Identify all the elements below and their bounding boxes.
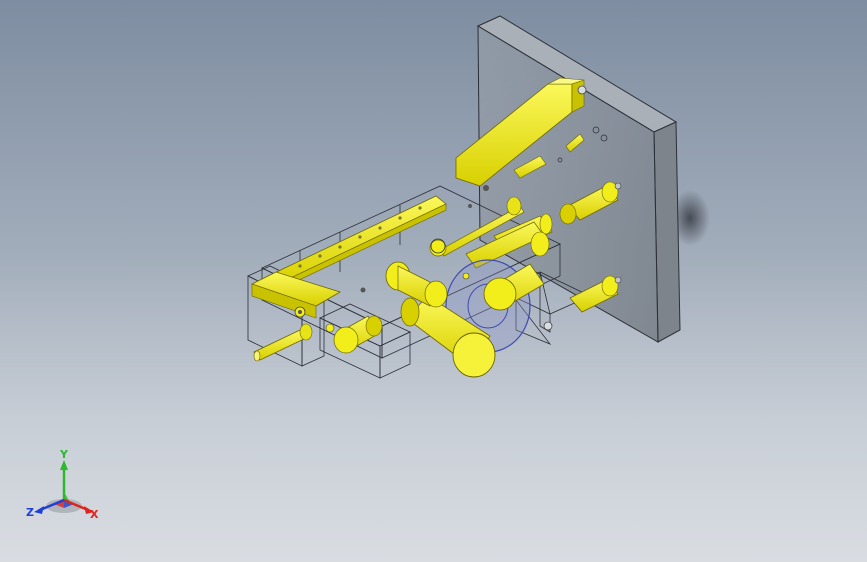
guide-rail[interactable] xyxy=(267,195,447,291)
locating-pin-left[interactable] xyxy=(253,323,313,362)
x-axis-label: X xyxy=(90,508,99,521)
graphics-viewport[interactable]: Y X Z xyxy=(0,0,867,562)
z-axis-label: Z xyxy=(26,506,34,519)
orientation-triad: Y X Z xyxy=(26,448,99,521)
y-axis-label: Y xyxy=(59,448,69,461)
3d-assembly-model[interactable] xyxy=(0,0,867,562)
lower-nozzle[interactable] xyxy=(325,315,383,354)
left-clamp-assembly[interactable] xyxy=(250,271,341,319)
